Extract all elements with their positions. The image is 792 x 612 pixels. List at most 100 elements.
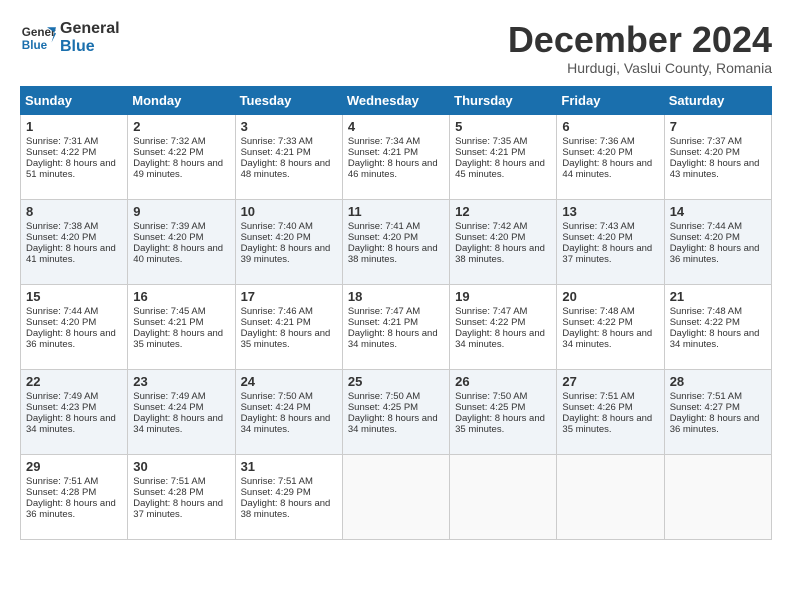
table-row: 18Sunrise: 7:47 AMSunset: 4:21 PMDayligh… (342, 284, 449, 369)
table-row: 30 Sunrise: 7:51 AMSunset: 4:28 PMDayligh… (128, 454, 235, 539)
sunrise: Sunrise: 7:45 AM (133, 306, 205, 317)
table-row: 21Sunrise: 7:48 AMSunset: 4:22 PMDayligh… (664, 284, 771, 369)
title-block: December 2024 Hurdugi, Vaslui County, Ro… (508, 20, 772, 76)
sunrise: Sunrise: 7:36 AM (562, 136, 634, 147)
daylight: Daylight: 8 hours and 34 minutes. (348, 413, 438, 435)
daylight: Daylight: 8 hours and 35 minutes. (562, 413, 652, 435)
sunset: Sunset: 4:22 PM (133, 147, 203, 158)
table-row: 26Sunrise: 7:50 AMSunset: 4:25 PMDayligh… (450, 369, 557, 454)
daylight: Daylight: 8 hours and 49 minutes. (133, 158, 223, 180)
day-number: 13 (562, 204, 658, 219)
table-row (664, 454, 771, 539)
daylight: Daylight: 8 hours and 34 minutes. (562, 328, 652, 350)
col-tuesday: Tuesday (235, 86, 342, 114)
sunrise: Sunrise: 7:33 AM (241, 136, 313, 147)
sunset: Sunset: 4:21 PM (348, 317, 418, 328)
day-number: 30 (133, 459, 229, 474)
table-row (557, 454, 664, 539)
table-row: 16Sunrise: 7:45 AMSunset: 4:21 PMDayligh… (128, 284, 235, 369)
table-row: 29Sunrise: 7:51 AMSunset: 4:28 PMDayligh… (21, 454, 128, 539)
daylight: Daylight: 8 hours and 38 minutes. (241, 498, 331, 520)
sunset: Sunset: 4:25 PM (455, 402, 525, 413)
day-number: 12 (455, 204, 551, 219)
daylight: Daylight: 8 hours and 36 minutes. (670, 413, 760, 435)
day-number: 28 (670, 374, 766, 389)
table-row: 20Sunrise: 7:48 AMSunset: 4:22 PMDayligh… (557, 284, 664, 369)
daylight: Daylight: 8 hours and 40 minutes. (133, 243, 223, 265)
table-row: 7Sunrise: 7:37 AMSunset: 4:20 PMDaylight… (664, 114, 771, 199)
table-row: 8 Sunrise: 7:38 AMSunset: 4:20 PMDaylight… (21, 199, 128, 284)
daylight: Daylight: 8 hours and 35 minutes. (455, 413, 545, 435)
page-header: General Blue General Blue December 2024 … (20, 20, 772, 76)
table-row: 1Sunrise: 7:31 AMSunset: 4:22 PMDaylight… (21, 114, 128, 199)
table-row: 15Sunrise: 7:44 AMSunset: 4:20 PMDayligh… (21, 284, 128, 369)
day-number: 27 (562, 374, 658, 389)
sunset: Sunset: 4:24 PM (241, 402, 311, 413)
sunrise: Sunrise: 7:37 AM (670, 136, 742, 147)
day-number: 23 (133, 374, 229, 389)
month-title: December 2024 (508, 20, 772, 60)
table-row: 6Sunrise: 7:36 AMSunset: 4:20 PMDaylight… (557, 114, 664, 199)
day-number: 9 (133, 204, 229, 219)
table-row: 17Sunrise: 7:46 AMSunset: 4:21 PMDayligh… (235, 284, 342, 369)
daylight: Daylight: 8 hours and 43 minutes. (670, 158, 760, 180)
sunrise: Sunrise: 7:51 AM (241, 476, 313, 487)
sunset: Sunset: 4:28 PM (133, 487, 203, 498)
table-row: 25Sunrise: 7:50 AMSunset: 4:25 PMDayligh… (342, 369, 449, 454)
daylight: Daylight: 8 hours and 37 minutes. (133, 498, 223, 520)
sunset: Sunset: 4:20 PM (26, 317, 96, 328)
day-number: 14 (670, 204, 766, 219)
daylight: Daylight: 8 hours and 41 minutes. (26, 243, 116, 265)
sunset: Sunset: 4:27 PM (670, 402, 740, 413)
sunrise: Sunrise: 7:51 AM (562, 391, 634, 402)
sunset: Sunset: 4:20 PM (562, 232, 632, 243)
sunrise: Sunrise: 7:51 AM (133, 476, 205, 487)
day-number: 20 (562, 289, 658, 304)
daylight: Daylight: 8 hours and 36 minutes. (670, 243, 760, 265)
table-row: 10Sunrise: 7:40 AMSunset: 4:20 PMDayligh… (235, 199, 342, 284)
sunrise: Sunrise: 7:43 AM (562, 221, 634, 232)
col-thursday: Thursday (450, 86, 557, 114)
day-number: 19 (455, 289, 551, 304)
day-number: 31 (241, 459, 337, 474)
daylight: Daylight: 8 hours and 34 minutes. (670, 328, 760, 350)
logo-line1: General (60, 20, 120, 38)
daylight: Daylight: 8 hours and 35 minutes. (133, 328, 223, 350)
sunrise: Sunrise: 7:31 AM (26, 136, 98, 147)
table-row: 19Sunrise: 7:47 AMSunset: 4:22 PMDayligh… (450, 284, 557, 369)
day-number: 2 (133, 119, 229, 134)
sunset: Sunset: 4:23 PM (26, 402, 96, 413)
calendar-header-row: Sunday Monday Tuesday Wednesday Thursday… (21, 86, 772, 114)
calendar-table: Sunday Monday Tuesday Wednesday Thursday… (20, 86, 772, 540)
logo: General Blue General Blue (20, 20, 120, 56)
daylight: Daylight: 8 hours and 36 minutes. (26, 498, 116, 520)
daylight: Daylight: 8 hours and 39 minutes. (241, 243, 331, 265)
daylight: Daylight: 8 hours and 35 minutes. (241, 328, 331, 350)
daylight: Daylight: 8 hours and 34 minutes. (133, 413, 223, 435)
sunrise: Sunrise: 7:38 AM (26, 221, 98, 232)
table-row: 23 Sunrise: 7:49 AMSunset: 4:24 PMDayligh… (128, 369, 235, 454)
table-row: 9Sunrise: 7:39 AMSunset: 4:20 PMDaylight… (128, 199, 235, 284)
col-monday: Monday (128, 86, 235, 114)
logo-icon: General Blue (20, 20, 56, 56)
calendar-row: 29Sunrise: 7:51 AMSunset: 4:28 PMDayligh… (21, 454, 772, 539)
sunset: Sunset: 4:20 PM (241, 232, 311, 243)
logo-line2: Blue (60, 38, 120, 56)
day-number: 7 (670, 119, 766, 134)
sunrise: Sunrise: 7:50 AM (348, 391, 420, 402)
day-number: 29 (26, 459, 122, 474)
sunset: Sunset: 4:24 PM (133, 402, 203, 413)
day-number: 8 (26, 204, 122, 219)
table-row: 11Sunrise: 7:41 AMSunset: 4:20 PMDayligh… (342, 199, 449, 284)
sunrise: Sunrise: 7:49 AM (133, 391, 205, 402)
sunset: Sunset: 4:20 PM (348, 232, 418, 243)
sunset: Sunset: 4:20 PM (26, 232, 96, 243)
sunrise: Sunrise: 7:34 AM (348, 136, 420, 147)
table-row: 27Sunrise: 7:51 AMSunset: 4:26 PMDayligh… (557, 369, 664, 454)
daylight: Daylight: 8 hours and 34 minutes. (348, 328, 438, 350)
svg-text:Blue: Blue (22, 39, 48, 52)
sunset: Sunset: 4:20 PM (133, 232, 203, 243)
sunset: Sunset: 4:22 PM (26, 147, 96, 158)
day-number: 21 (670, 289, 766, 304)
day-number: 16 (133, 289, 229, 304)
